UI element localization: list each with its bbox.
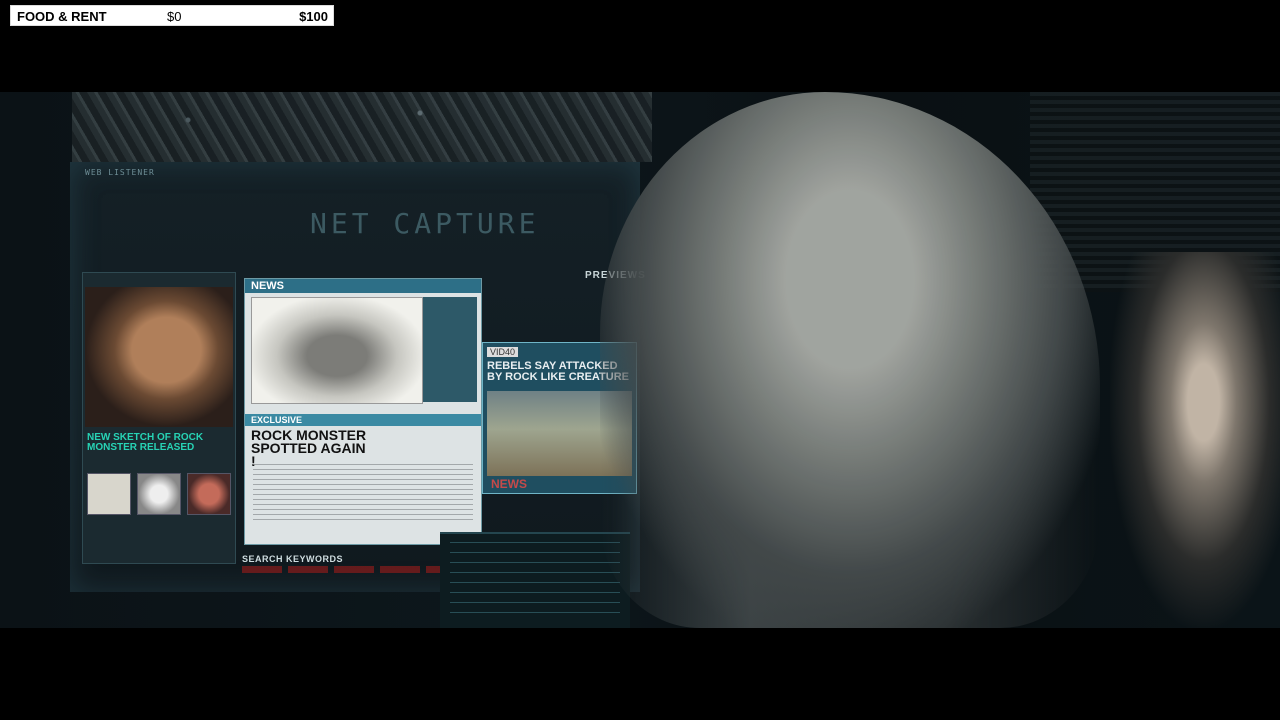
laptop-text-lines: [450, 542, 620, 622]
thumbnail-image: [87, 473, 131, 515]
map-screen-strip: [72, 92, 652, 162]
man-with-headset: [1110, 252, 1280, 628]
video-frame: FOOD & RENT $0 $100 WEB LISTENER NET CAP…: [0, 0, 1280, 720]
thumbnail-row: [87, 473, 231, 515]
web-listener-label: WEB LISTENER: [85, 168, 155, 177]
news-title: NEWS: [251, 280, 284, 292]
net-capture-title: NET CAPTURE: [310, 207, 540, 240]
video-news-label: NEWS: [491, 477, 527, 491]
woman-silhouette: [600, 92, 1100, 628]
news-side-list: [423, 297, 477, 402]
article-text-block: [253, 464, 473, 524]
news-panel: NEWS EXCLUSIVE ROCK MONSTER SPOTTED AGAI…: [244, 278, 482, 545]
thumbnail-image: [137, 473, 181, 515]
monitor-screen: WEB LISTENER NET CAPTURE PREVIEWS NEW SK…: [70, 162, 645, 592]
budget-max-value: $100: [299, 9, 328, 24]
budget-min-value: $0: [167, 9, 182, 24]
search-keywords-label: SEARCH KEYWORDS: [242, 554, 344, 564]
monster-image-panel: NEW SKETCH OF ROCK MONSTER RELEASED: [82, 272, 236, 564]
exclusive-label: EXCLUSIVE: [251, 415, 303, 425]
search-keywords-row: [242, 566, 472, 573]
budget-bar: FOOD & RENT $0 $100: [10, 5, 334, 26]
video-tag: VID40: [487, 347, 519, 357]
budget-label: FOOD & RENT: [17, 9, 107, 24]
thumbnail-image: [187, 473, 231, 515]
laptop-screen: [440, 532, 630, 628]
rock-monster-image: [85, 287, 233, 427]
left-panel-caption: NEW SKETCH OF ROCK MONSTER RELEASED: [87, 432, 204, 453]
monster-sketch-image: [251, 297, 423, 404]
film-still: WEB LISTENER NET CAPTURE PREVIEWS NEW SK…: [0, 92, 1280, 628]
news-headline: ROCK MONSTER SPOTTED AGAIN !: [251, 427, 367, 469]
